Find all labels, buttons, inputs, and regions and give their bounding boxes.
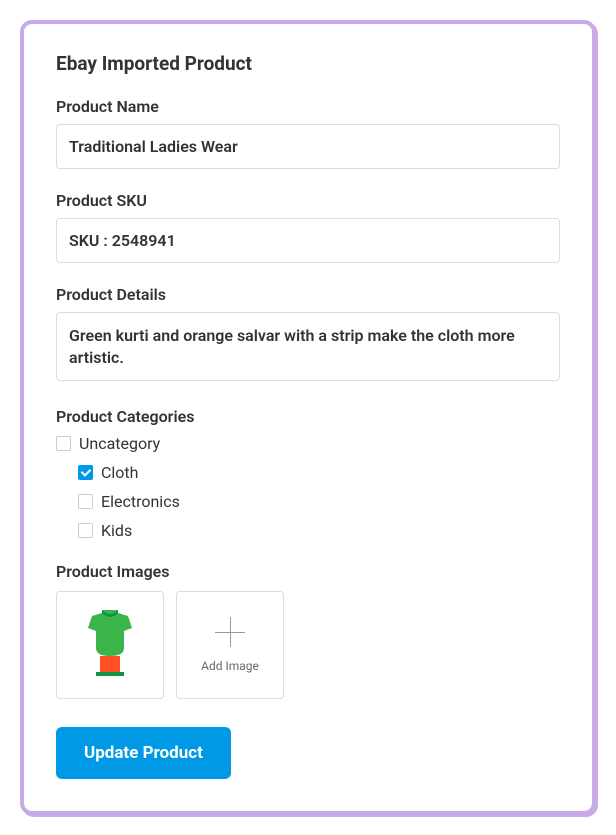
checkbox-icon xyxy=(78,494,93,509)
product-form-panel: Ebay Imported Product Product Name Produ… xyxy=(20,20,596,815)
product-categories-field: Product Categories Uncategory Cloth Elec… xyxy=(56,407,560,540)
dress-icon xyxy=(82,610,138,680)
product-categories-label: Product Categories xyxy=(56,407,560,426)
product-sku-field: Product SKU xyxy=(56,191,560,263)
product-name-label: Product Name xyxy=(56,97,560,116)
category-item-kids[interactable]: Kids xyxy=(56,521,560,540)
category-label: Kids xyxy=(101,521,132,540)
plus-icon xyxy=(215,617,245,647)
product-images-field: Product Images Add Image xyxy=(56,562,560,699)
category-item-cloth[interactable]: Cloth xyxy=(56,463,560,482)
update-product-button[interactable]: Update Product xyxy=(56,727,231,779)
product-images-label: Product Images xyxy=(56,562,560,581)
checkbox-icon xyxy=(78,523,93,538)
product-details-input[interactable] xyxy=(56,312,560,381)
add-image-label: Add Image xyxy=(201,659,259,673)
category-item-uncategory[interactable]: Uncategory xyxy=(56,434,560,453)
product-sku-input[interactable] xyxy=(56,218,560,263)
checkbox-icon xyxy=(56,436,71,451)
category-list: Uncategory Cloth Electronics Kids xyxy=(56,434,560,540)
product-image-thumbnail[interactable] xyxy=(56,591,164,699)
category-label: Cloth xyxy=(101,463,138,482)
add-image-button[interactable]: Add Image xyxy=(176,591,284,699)
category-label: Uncategory xyxy=(79,434,160,453)
category-item-electronics[interactable]: Electronics xyxy=(56,492,560,511)
product-sku-label: Product SKU xyxy=(56,191,560,210)
product-details-field: Product Details xyxy=(56,285,560,385)
product-name-field: Product Name xyxy=(56,97,560,169)
product-name-input[interactable] xyxy=(56,124,560,169)
form-title: Ebay Imported Product xyxy=(56,52,560,75)
product-details-label: Product Details xyxy=(56,285,560,304)
checkbox-checked-icon xyxy=(78,465,93,480)
images-row: Add Image xyxy=(56,591,560,699)
category-label: Electronics xyxy=(101,492,180,511)
